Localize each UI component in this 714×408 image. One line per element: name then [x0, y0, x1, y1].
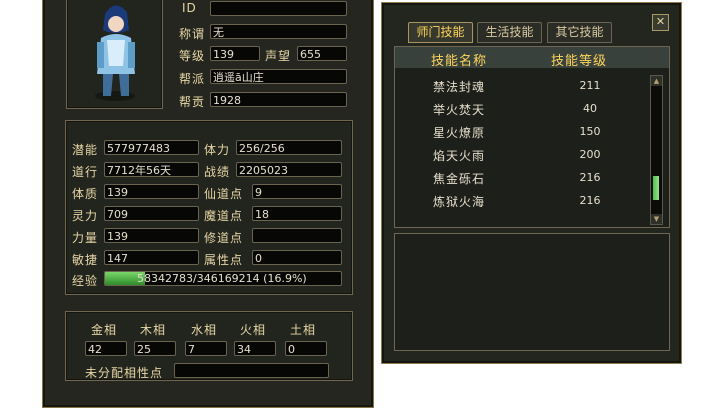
phase-label: 火相: [240, 323, 267, 337]
skill-level: 216: [579, 194, 601, 207]
skill-level: 211: [579, 79, 601, 92]
prestige-label: 声望: [265, 49, 292, 63]
phase-label: 木相: [140, 323, 167, 337]
phase-value: 42: [85, 341, 127, 356]
skill-name: 焦金砾石: [433, 172, 486, 186]
spirit-value: 709: [104, 206, 199, 221]
unassigned-phase-label: 未分配相性点: [85, 366, 164, 380]
dao-value: 7712年56天: [104, 162, 199, 177]
tab-1[interactable]: 生活技能: [477, 22, 542, 43]
column-skill-level: 技能等级: [551, 54, 608, 69]
constitution-label: 体质: [72, 187, 99, 201]
cultivation-points-label: 修道点: [204, 231, 244, 245]
scroll-up-icon[interactable]: ▲: [651, 76, 662, 86]
id-value: [210, 1, 347, 16]
skill-level: 150: [579, 125, 601, 138]
skill-name: 炼狱火海: [433, 195, 486, 209]
battle-value: 2205023: [236, 162, 342, 177]
demon-points-label: 魔道点: [204, 209, 244, 223]
unassigned-phase-value: [174, 363, 329, 378]
phase-label: 水相: [191, 323, 218, 337]
id-label: ID: [182, 1, 197, 15]
strength-value: 139: [104, 228, 199, 243]
skill-row[interactable]: 禁法封魂 211: [395, 76, 645, 98]
agility-label: 敏捷: [72, 253, 99, 267]
skill-row[interactable]: 炼狱火海 216: [395, 191, 645, 213]
immortal-points-label: 仙道点: [204, 187, 244, 201]
attribute-points-value: 0: [252, 250, 342, 265]
tab-2[interactable]: 其它技能: [547, 22, 612, 43]
guild-value: 逍遥ā山庄: [210, 69, 347, 84]
phase-value: 0: [285, 341, 327, 356]
phase-value: 7: [185, 341, 227, 356]
skill-level: 200: [579, 148, 601, 161]
scroll-down-icon[interactable]: ▼: [651, 214, 662, 224]
experience-bar: 58342783/346169214 (16.9%): [104, 271, 342, 286]
close-icon: ✕: [655, 15, 666, 28]
experience-label: 经验: [72, 274, 99, 288]
skill-list-header: 技能名称 技能等级: [395, 47, 669, 69]
potential-value: 577977483: [104, 140, 199, 155]
skill-name: 星火燎原: [433, 126, 486, 140]
level-label: 等级: [179, 49, 206, 63]
experience-value: 58342783/346169214 (16.9%): [137, 272, 307, 285]
phase-label: 金相: [91, 323, 118, 337]
cultivation-points-value: [252, 228, 342, 243]
potential-label: 潜能: [72, 143, 99, 157]
stamina-value: 256/256: [236, 140, 342, 155]
spirit-label: 灵力: [72, 209, 99, 223]
phase-value: 25: [134, 341, 176, 356]
tab-0[interactable]: 师门技能: [408, 22, 473, 43]
portrait-frame: [66, 0, 163, 109]
stamina-label: 体力: [204, 143, 231, 157]
battle-label: 战绩: [204, 165, 231, 179]
strength-label: 力量: [72, 231, 99, 245]
skill-level: 40: [583, 102, 597, 115]
title-label: 称谓: [179, 27, 206, 41]
immortal-points-value: 9: [252, 184, 342, 199]
skill-name: 焰天火雨: [433, 149, 486, 163]
attribute-points-label: 属性点: [204, 253, 244, 267]
agility-value: 147: [104, 250, 199, 265]
skill-list-scrollbar[interactable]: ▲ ▼: [650, 75, 663, 225]
skill-row[interactable]: 焰天火雨 200: [395, 145, 645, 167]
character-portrait: [95, 5, 135, 101]
skill-level: 216: [579, 171, 601, 184]
skill-list-frame: 技能名称 技能等级 禁法封魂 211 举火焚天 40 星火燎原 150 焰天火雨 200 焦金砾…: [394, 46, 670, 228]
phase-label: 土相: [290, 323, 317, 337]
level-value: 139: [210, 46, 260, 61]
contribution-label: 帮贡: [179, 95, 206, 109]
phase-value: 34: [234, 341, 276, 356]
skill-name: 禁法封魂: [433, 80, 486, 94]
dao-label: 道行: [72, 165, 99, 179]
skill-row[interactable]: 星火燎原 150: [395, 122, 645, 144]
skill-row[interactable]: 焦金砾石 216: [395, 168, 645, 190]
constitution-value: 139: [104, 184, 199, 199]
demon-points-value: 18: [252, 206, 342, 221]
scroll-thumb[interactable]: [653, 176, 659, 200]
title-value: 无: [210, 24, 347, 39]
close-button[interactable]: ✕: [652, 14, 669, 31]
character-panel: ID 称谓 无 等级 139 声望 655 帮派 逍遥ā山庄 帮贡 1928 潜…: [42, 0, 374, 408]
guild-label: 帮派: [179, 72, 206, 86]
contribution-value: 1928: [210, 92, 347, 107]
skill-description-box: [394, 233, 670, 351]
prestige-value: 655: [297, 46, 347, 61]
skill-row[interactable]: 举火焚天 40: [395, 99, 645, 121]
column-skill-name: 技能名称: [431, 54, 488, 69]
skills-window: 师门技能 生活技能 其它技能 ✕ 技能名称 技能等级 禁法封魂 211 举火焚天 40 星火…: [381, 2, 682, 364]
skill-name: 举火焚天: [433, 103, 486, 117]
